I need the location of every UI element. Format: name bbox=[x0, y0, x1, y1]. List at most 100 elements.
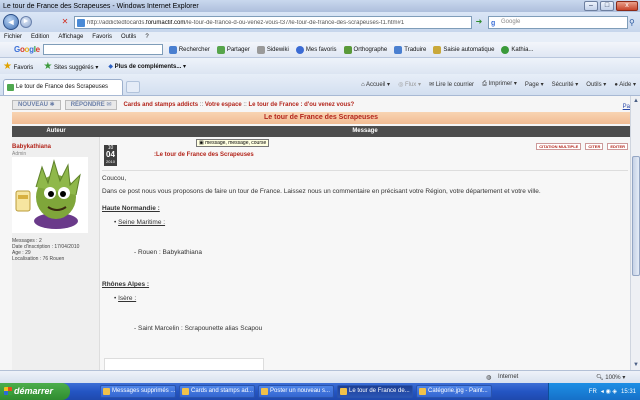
window-controls: – □ x bbox=[584, 1, 638, 11]
scroll-thumb[interactable] bbox=[632, 156, 640, 276]
address-bar[interactable]: http://addictedtocards.forumactif.com/le… bbox=[74, 16, 472, 29]
clock: 15:31 bbox=[620, 388, 636, 395]
page-scrollbar[interactable]: ▲ ▼ bbox=[630, 96, 640, 370]
post-footer-box bbox=[104, 358, 264, 370]
page-content: NOUVEAU ✱ RÉPONDRE ✉ Cards and stamps ad… bbox=[0, 96, 630, 370]
post-greeting: Coucou, bbox=[102, 175, 127, 182]
menu-outils[interactable]: Outils bbox=[121, 34, 136, 40]
sidewiki-button[interactable]: Sidewiki bbox=[256, 45, 289, 54]
pagination-link[interactable]: Pa bbox=[623, 104, 630, 110]
avatar bbox=[12, 157, 88, 233]
close-button[interactable]: x bbox=[616, 1, 638, 11]
account-button[interactable]: Kathia... bbox=[501, 45, 533, 54]
table-header: Auteur Message bbox=[12, 126, 630, 137]
author-name[interactable]: Babykathiana bbox=[12, 144, 51, 150]
search-input[interactable]: g Google bbox=[488, 16, 628, 29]
post-divider bbox=[102, 170, 628, 171]
sites-suggeres-link[interactable]: ★ Sites suggérés ▾ bbox=[43, 61, 98, 72]
minimize-button[interactable]: – bbox=[584, 1, 598, 11]
task-messages[interactable]: Messages supprimés ... bbox=[100, 385, 176, 398]
window-titlebar: Le tour de France des Scrapeuses - Windo… bbox=[0, 0, 640, 12]
page-menu-button[interactable]: Page ▾ bbox=[525, 81, 544, 88]
new-tab-button[interactable] bbox=[126, 81, 140, 93]
user-icon bbox=[501, 45, 510, 54]
print-button[interactable]: ⎙ Imprimer ▾ bbox=[482, 80, 517, 88]
traduire-button[interactable]: Traduire bbox=[394, 45, 426, 54]
read-mail-button[interactable]: ✉ Lire le courrier bbox=[429, 81, 474, 88]
dept-isere: • Isère : bbox=[114, 295, 137, 302]
start-button[interactable]: démarrer bbox=[0, 383, 70, 400]
zoom-level[interactable]: 🔍︎ 100% ▾ bbox=[596, 374, 625, 381]
quote-button[interactable]: CITER bbox=[585, 143, 604, 150]
forward-button[interactable]: ► bbox=[20, 16, 32, 28]
multi-quote-button[interactable]: CITATION MULTIPLE bbox=[536, 143, 582, 150]
author-panel: Babykathiana Admin Messages : 2 Date d'i… bbox=[12, 137, 100, 370]
new-topic-button[interactable]: NOUVEAU ✱ bbox=[12, 99, 61, 110]
tools-menu-button[interactable]: Outils ▾ bbox=[586, 81, 606, 88]
edit-button[interactable]: EDITER bbox=[607, 143, 628, 150]
breadcrumb-espace[interactable]: Votre espace bbox=[205, 102, 242, 108]
quick-launch bbox=[70, 383, 100, 400]
rechercher-button[interactable]: Rechercher bbox=[168, 45, 210, 54]
menu-help[interactable]: ? bbox=[145, 34, 148, 40]
saisie-automatique-button[interactable]: Saisie automatique bbox=[433, 45, 494, 54]
plus-complements-link[interactable]: ◆ Plus de compléments... ▾ bbox=[108, 63, 186, 70]
stop-icon[interactable]: ✕ bbox=[60, 17, 70, 27]
autofill-icon bbox=[433, 45, 442, 54]
sidewiki-icon bbox=[256, 45, 265, 54]
breadcrumb: Cards and stamps addicts :: Votre espace… bbox=[123, 101, 355, 108]
taskbar: démarrer Messages supprimés ... Cards an… bbox=[0, 383, 640, 400]
topic-title: Le tour de France des Scrapeuses bbox=[12, 112, 630, 124]
google-toolbar-search-input[interactable] bbox=[42, 44, 163, 55]
orthographe-button[interactable]: Orthographe bbox=[343, 45, 387, 54]
menu-edition[interactable]: Edition bbox=[31, 34, 49, 40]
breadcrumb-tour[interactable]: Le tour de France : d'ou venez vous? bbox=[248, 102, 354, 108]
task-poster[interactable]: Poster un nouveau s... bbox=[258, 385, 334, 398]
address-url[interactable]: http://addictedtocards.forumactif.com/le… bbox=[87, 20, 404, 26]
favorites-bar: ★ Favoris ★ Sites suggérés ▾ ◆ Plus de c… bbox=[0, 58, 640, 74]
feeds-button[interactable]: ◎ Flux ▾ bbox=[398, 81, 421, 88]
scroll-up-icon[interactable]: ▲ bbox=[632, 97, 640, 105]
tab-le-tour-de-france[interactable]: Le tour de France des Scrapeuses bbox=[3, 79, 123, 95]
back-button[interactable]: ◄ bbox=[3, 14, 19, 30]
command-bar: ⌂ Accueil ▾ ◎ Flux ▾ ✉ Lire le courrier … bbox=[361, 80, 636, 88]
favoris-button[interactable]: ★ Favoris bbox=[3, 61, 33, 72]
tray-icons[interactable]: ◂ ◉ ◈ bbox=[601, 388, 617, 395]
home-button[interactable]: ⌂ Accueil ▾ bbox=[361, 81, 390, 88]
status-bar: ◍ Internet 🔍︎ 100% ▾ bbox=[0, 370, 640, 383]
site-favicon-icon bbox=[77, 19, 85, 27]
scroll-down-icon[interactable]: ▼ bbox=[632, 361, 640, 369]
menu-affichage[interactable]: Affichage bbox=[58, 34, 83, 40]
forum-nav: NOUVEAU ✱ RÉPONDRE ✉ Cards and stamps ad… bbox=[12, 99, 354, 110]
mes-favoris-button[interactable]: Mes favoris bbox=[295, 45, 337, 54]
maximize-button[interactable]: □ bbox=[600, 1, 614, 11]
entry-rouen: - Rouen : Babykathiana bbox=[134, 249, 202, 256]
globe-icon: ◍ bbox=[486, 375, 492, 381]
go-arrow-icon[interactable]: ➜ bbox=[474, 17, 484, 27]
breadcrumb-forum[interactable]: Cards and stamps addicts bbox=[123, 102, 198, 108]
help-menu-button[interactable]: ● Aide ▾ bbox=[614, 81, 636, 88]
spellcheck-icon bbox=[343, 45, 352, 54]
language-indicator[interactable]: FR bbox=[589, 389, 597, 395]
window-title: Le tour de France des Scrapeuses - Windo… bbox=[3, 2, 199, 10]
author-stats: Messages : 2 Date d'inscription : 17/04/… bbox=[12, 238, 80, 262]
post-title[interactable]: :Le tour de France des Scrapeuses bbox=[154, 152, 254, 158]
post-body: 10 04 2010 :Le tour de France des Scrape… bbox=[100, 137, 630, 370]
addons-icon: ◆ bbox=[108, 63, 113, 70]
entry-saint-marcelin: - Saint Marcelin : Scrapounette alias Sc… bbox=[134, 325, 263, 332]
reply-button[interactable]: RÉPONDRE ✉ bbox=[64, 99, 118, 110]
task-paint[interactable]: Catégorie.jpg - Paint... bbox=[416, 385, 492, 398]
share-icon bbox=[216, 45, 225, 54]
menu-favoris[interactable]: Favoris bbox=[92, 34, 112, 40]
search-magnifier-icon[interactable]: ⚲ bbox=[629, 16, 639, 29]
task-le-tour-de-france[interactable]: Le tour de France de... bbox=[337, 385, 413, 398]
task-cards-stamps[interactable]: Cards and stamps ad... bbox=[179, 385, 255, 398]
star-icon bbox=[295, 45, 304, 54]
zone-label: Internet bbox=[498, 374, 519, 380]
post-date: 10 04 2010 bbox=[104, 145, 117, 166]
navigation-bar: ◄ ► http://addictedtocards.forumactif.co… bbox=[0, 12, 640, 32]
partager-button[interactable]: Partager bbox=[216, 45, 250, 54]
menu-bar: Fichier Edition Affichage Favoris Outils… bbox=[0, 32, 640, 42]
security-menu-button[interactable]: Sécurité ▾ bbox=[552, 81, 579, 88]
menu-fichier[interactable]: Fichier bbox=[4, 34, 22, 40]
